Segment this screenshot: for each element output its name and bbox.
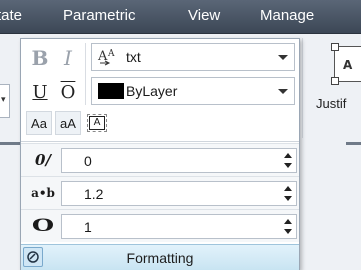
tab-parametric[interactable]: Parametric (63, 7, 136, 24)
ribbon-divider (302, 38, 303, 138)
panel-title: Formatting (126, 250, 194, 266)
font-dropdown[interactable]: A A txt (91, 43, 295, 71)
panel-separator-left (0, 142, 20, 145)
justify-icon-letter: A (343, 58, 353, 72)
color-dropdown[interactable]: ByLayer (91, 77, 295, 105)
background-mask-button[interactable]: A (85, 111, 109, 135)
justify-icon[interactable]: A (331, 43, 361, 85)
panel-divider (21, 141, 299, 142)
button-separator (85, 43, 86, 105)
lowercase-button[interactable]: Aa (26, 111, 52, 135)
chevron-down-icon (278, 55, 288, 60)
tracking-value: 1.2 (84, 186, 104, 202)
italic-button[interactable]: I (55, 43, 81, 73)
oblique-angle-value: 0 (84, 153, 92, 169)
tracking-row: a•b 1.2 (21, 176, 299, 209)
underline-button[interactable]: U (27, 77, 53, 107)
width-factor-row: O 1 (21, 209, 299, 242)
color-value: ByLayer (126, 83, 178, 99)
dropdown-arrow-icon: ▾ (1, 95, 6, 105)
tracking-spinner[interactable] (282, 184, 294, 203)
oblique-angle-row: 0/ 0 (21, 143, 299, 176)
formatting-top-rows: B I U O Aa aA A A A txt ByLayer (21, 39, 299, 141)
color-swatch (98, 83, 124, 99)
justify-label[interactable]: Justif (316, 96, 346, 111)
overline-button[interactable]: O (55, 77, 81, 107)
svg-text:A: A (107, 49, 115, 59)
bold-button[interactable]: B (27, 43, 53, 73)
panel-separator-right (346, 142, 361, 145)
font-icon: A A (97, 47, 121, 67)
oblique-angle-spinner[interactable] (282, 151, 294, 170)
tab-view[interactable]: View (188, 7, 220, 24)
style-dropdown-stub[interactable]: ▾ (0, 84, 10, 118)
tracking-input[interactable]: 1.2 (61, 181, 297, 206)
tab-annotate[interactable]: tate (0, 7, 22, 24)
uppercase-button[interactable]: aA (55, 111, 81, 135)
width-factor-input[interactable]: 1 (61, 214, 297, 239)
panel-title-bar[interactable]: Formatting (21, 244, 299, 270)
width-factor-value: 1 (84, 219, 92, 235)
chevron-down-icon (278, 89, 288, 94)
oblique-angle-input[interactable]: 0 (61, 148, 297, 173)
width-factor-spinner[interactable] (282, 217, 294, 236)
oblique-angle-icon: 0/ (35, 151, 51, 169)
width-factor-icon: O (31, 216, 55, 236)
tab-manage[interactable]: Manage (260, 7, 314, 24)
formatting-panel: B I U O Aa aA A A A txt ByLayer 0/ 0 a•b… (20, 38, 300, 270)
background-mask-icon: A (87, 114, 107, 132)
font-value: txt (126, 49, 141, 65)
tracking-icon: a•b (31, 186, 55, 200)
ribbon-tab-bar: tate Parametric View Manage (0, 0, 361, 34)
